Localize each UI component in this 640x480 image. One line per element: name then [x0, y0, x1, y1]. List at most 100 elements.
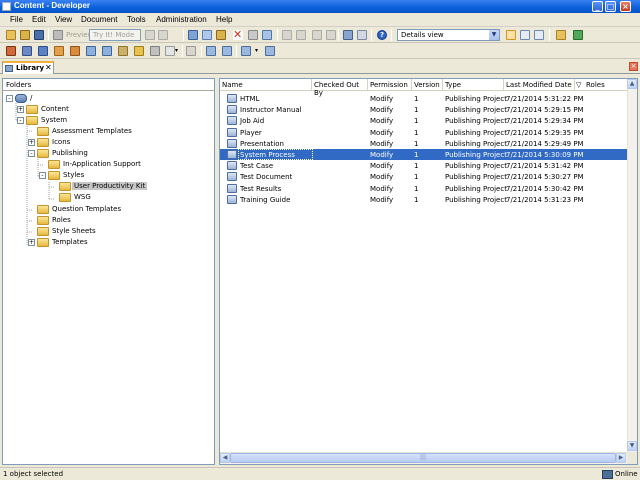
column-header-permission[interactable]: Permission	[368, 79, 412, 91]
tree-node-templates[interactable]: + Templates	[28, 237, 148, 248]
new-section-icon[interactable]	[22, 46, 32, 56]
find-icon[interactable]	[262, 30, 272, 40]
cut-icon[interactable]	[188, 30, 198, 40]
table-row[interactable]: Job Aid Modify 1 Publishing Project 7/21/201…	[220, 115, 627, 126]
tree-node-root[interactable]: - /	[6, 93, 106, 104]
expand-icon[interactable]: +	[28, 139, 35, 146]
tree-node-roles[interactable]: Roles	[28, 215, 148, 226]
close-panel-icon[interactable]: ×	[629, 62, 638, 71]
tree-node-in-application-support[interactable]: In-Application Support	[39, 159, 189, 170]
new-folder-icon[interactable]	[6, 30, 16, 40]
column-header-name[interactable]: Name	[220, 79, 312, 91]
horizontal-scrollbar[interactable]: ◀ ||| ▶	[220, 452, 627, 464]
undo-icon[interactable]	[282, 30, 292, 40]
binoculars-icon[interactable]	[343, 30, 353, 40]
publish-content-icon[interactable]	[241, 46, 251, 56]
document-list[interactable]: Name Checked Out By Permission Version T…	[219, 78, 638, 465]
menu-help[interactable]: Help	[216, 15, 232, 24]
delete-icon[interactable]: ✕	[233, 29, 243, 40]
collapse-icon[interactable]: -	[28, 150, 35, 157]
tree-node-system[interactable]: - System	[17, 115, 137, 126]
close-icon[interactable]: ✕	[45, 63, 52, 72]
table-row[interactable]: Player Modify 1 Publishing Project 7/21/2014…	[220, 127, 627, 138]
save-icon[interactable]	[34, 30, 44, 40]
new-web-page-icon[interactable]	[70, 46, 80, 56]
check-in-icon[interactable]	[222, 46, 232, 56]
menu-administration[interactable]: Administration	[156, 15, 207, 24]
menu-view[interactable]: View	[55, 15, 72, 24]
column-header-version[interactable]: Version	[412, 79, 443, 91]
new-glossary-icon[interactable]	[118, 46, 128, 56]
checkin-icon[interactable]	[165, 46, 175, 56]
table-row[interactable]: HTML Modify 1 Publishing Project 7/21/2014 5…	[220, 93, 627, 104]
menu-tools[interactable]: Tools	[127, 15, 146, 24]
table-row[interactable]: Training Guide Modify 1 Publishing Project 7…	[220, 194, 627, 205]
table-row[interactable]: Test Results Modify 1 Publishing Project 7/2…	[220, 183, 627, 194]
close-window-button[interactable]: ×	[620, 1, 631, 12]
tree-node-content[interactable]: + Content	[17, 104, 137, 115]
minimize-button[interactable]: _	[592, 1, 603, 12]
open-icon[interactable]	[20, 30, 30, 40]
refresh-icon[interactable]	[573, 30, 583, 40]
tree-node-icons[interactable]: + Icons	[28, 137, 148, 148]
table-row[interactable]: Presentation Modify 1 Publishing Project 7/2…	[220, 138, 627, 149]
expand-icon[interactable]: +	[17, 106, 24, 113]
new-package-icon[interactable]	[54, 46, 64, 56]
new-question-icon[interactable]	[102, 46, 112, 56]
paste-icon[interactable]	[216, 30, 226, 40]
table-row[interactable]: Test Case Modify 1 Publishing Project 7/21/2…	[220, 160, 627, 171]
tree-node-user-productivity-kit[interactable]: User Productivity Kit	[50, 181, 200, 192]
menu-file[interactable]: File	[10, 15, 23, 24]
export-icon[interactable]	[265, 46, 275, 56]
column-header-checked-out-by[interactable]: Checked Out By	[312, 79, 368, 97]
edit-icon[interactable]	[186, 46, 196, 56]
dropdown-arrow-icon[interactable]	[158, 30, 168, 40]
new-module-icon[interactable]	[6, 46, 16, 56]
view-combo[interactable]: Details view ▼	[397, 29, 500, 41]
collapse-icon[interactable]: -	[39, 172, 46, 179]
column-header-last-modified-date[interactable]: Last Modified Date	[504, 79, 575, 91]
details-view-icon[interactable]	[506, 30, 516, 40]
new-document-icon[interactable]	[150, 46, 160, 56]
split-vertical-icon[interactable]	[534, 30, 544, 40]
check-out-icon[interactable]	[206, 46, 216, 56]
collapse-icon[interactable]: -	[6, 95, 13, 102]
menu-edit[interactable]: Edit	[32, 15, 46, 24]
scroll-left-button[interactable]: ◀	[220, 453, 230, 463]
split-horizontal-icon[interactable]	[520, 30, 530, 40]
properties-icon[interactable]	[248, 30, 258, 40]
column-header-type[interactable]: Type	[443, 79, 504, 91]
vertical-scrollbar[interactable]: ▲ ▼	[627, 79, 637, 452]
table-row[interactable]: Test Document Modify 1 Publishing Project 7/…	[220, 171, 627, 182]
preview-icon[interactable]	[53, 30, 63, 40]
tree-node-publishing[interactable]: - Publishing	[28, 148, 148, 159]
collapse-icon[interactable]: -	[17, 117, 24, 124]
tree-node-style-sheets[interactable]: Style Sheets	[28, 226, 148, 237]
find-replace-icon[interactable]	[357, 30, 367, 40]
maximize-button[interactable]: □	[605, 1, 616, 12]
new-topic-icon[interactable]	[38, 46, 48, 56]
table-row[interactable]: Instructor Manual Modify 1 Publishing Proje…	[220, 104, 627, 115]
scroll-up-button[interactable]: ▲	[627, 79, 637, 89]
tree-node-question-templates[interactable]: Question Templates	[28, 204, 178, 215]
tree-node-wsg[interactable]: WSG	[50, 192, 170, 203]
scroll-right-button[interactable]: ▶	[616, 453, 626, 463]
chevron-down-icon[interactable]: ▼	[489, 30, 499, 40]
table-row[interactable]: System Process Modify 1 Publishing Project 7…	[220, 149, 627, 160]
scroll-down-button[interactable]: ▼	[627, 441, 637, 451]
mode-combo[interactable]: Try It! Mode	[89, 29, 141, 41]
menu-document[interactable]: Document	[81, 15, 117, 24]
column-header-roles[interactable]: ▽ Roles	[575, 79, 627, 91]
redo-icon[interactable]	[296, 30, 306, 40]
folder-up-icon[interactable]	[556, 30, 566, 40]
folders-pane[interactable]: Folders - / + Content - System Assessmen…	[2, 78, 215, 465]
new-role-icon[interactable]	[134, 46, 144, 56]
new-assessment-icon[interactable]	[86, 46, 96, 56]
tree-node-assessment-templates[interactable]: Assessment Templates	[28, 126, 178, 137]
indent-icon[interactable]	[312, 30, 322, 40]
publish-icon[interactable]	[145, 30, 155, 40]
help-icon[interactable]: ?	[377, 30, 387, 40]
copy-icon[interactable]	[202, 30, 212, 40]
tab-library[interactable]: Library ✕	[2, 61, 54, 74]
dropdown-arrow-icon[interactable]: ▾	[175, 46, 185, 56]
